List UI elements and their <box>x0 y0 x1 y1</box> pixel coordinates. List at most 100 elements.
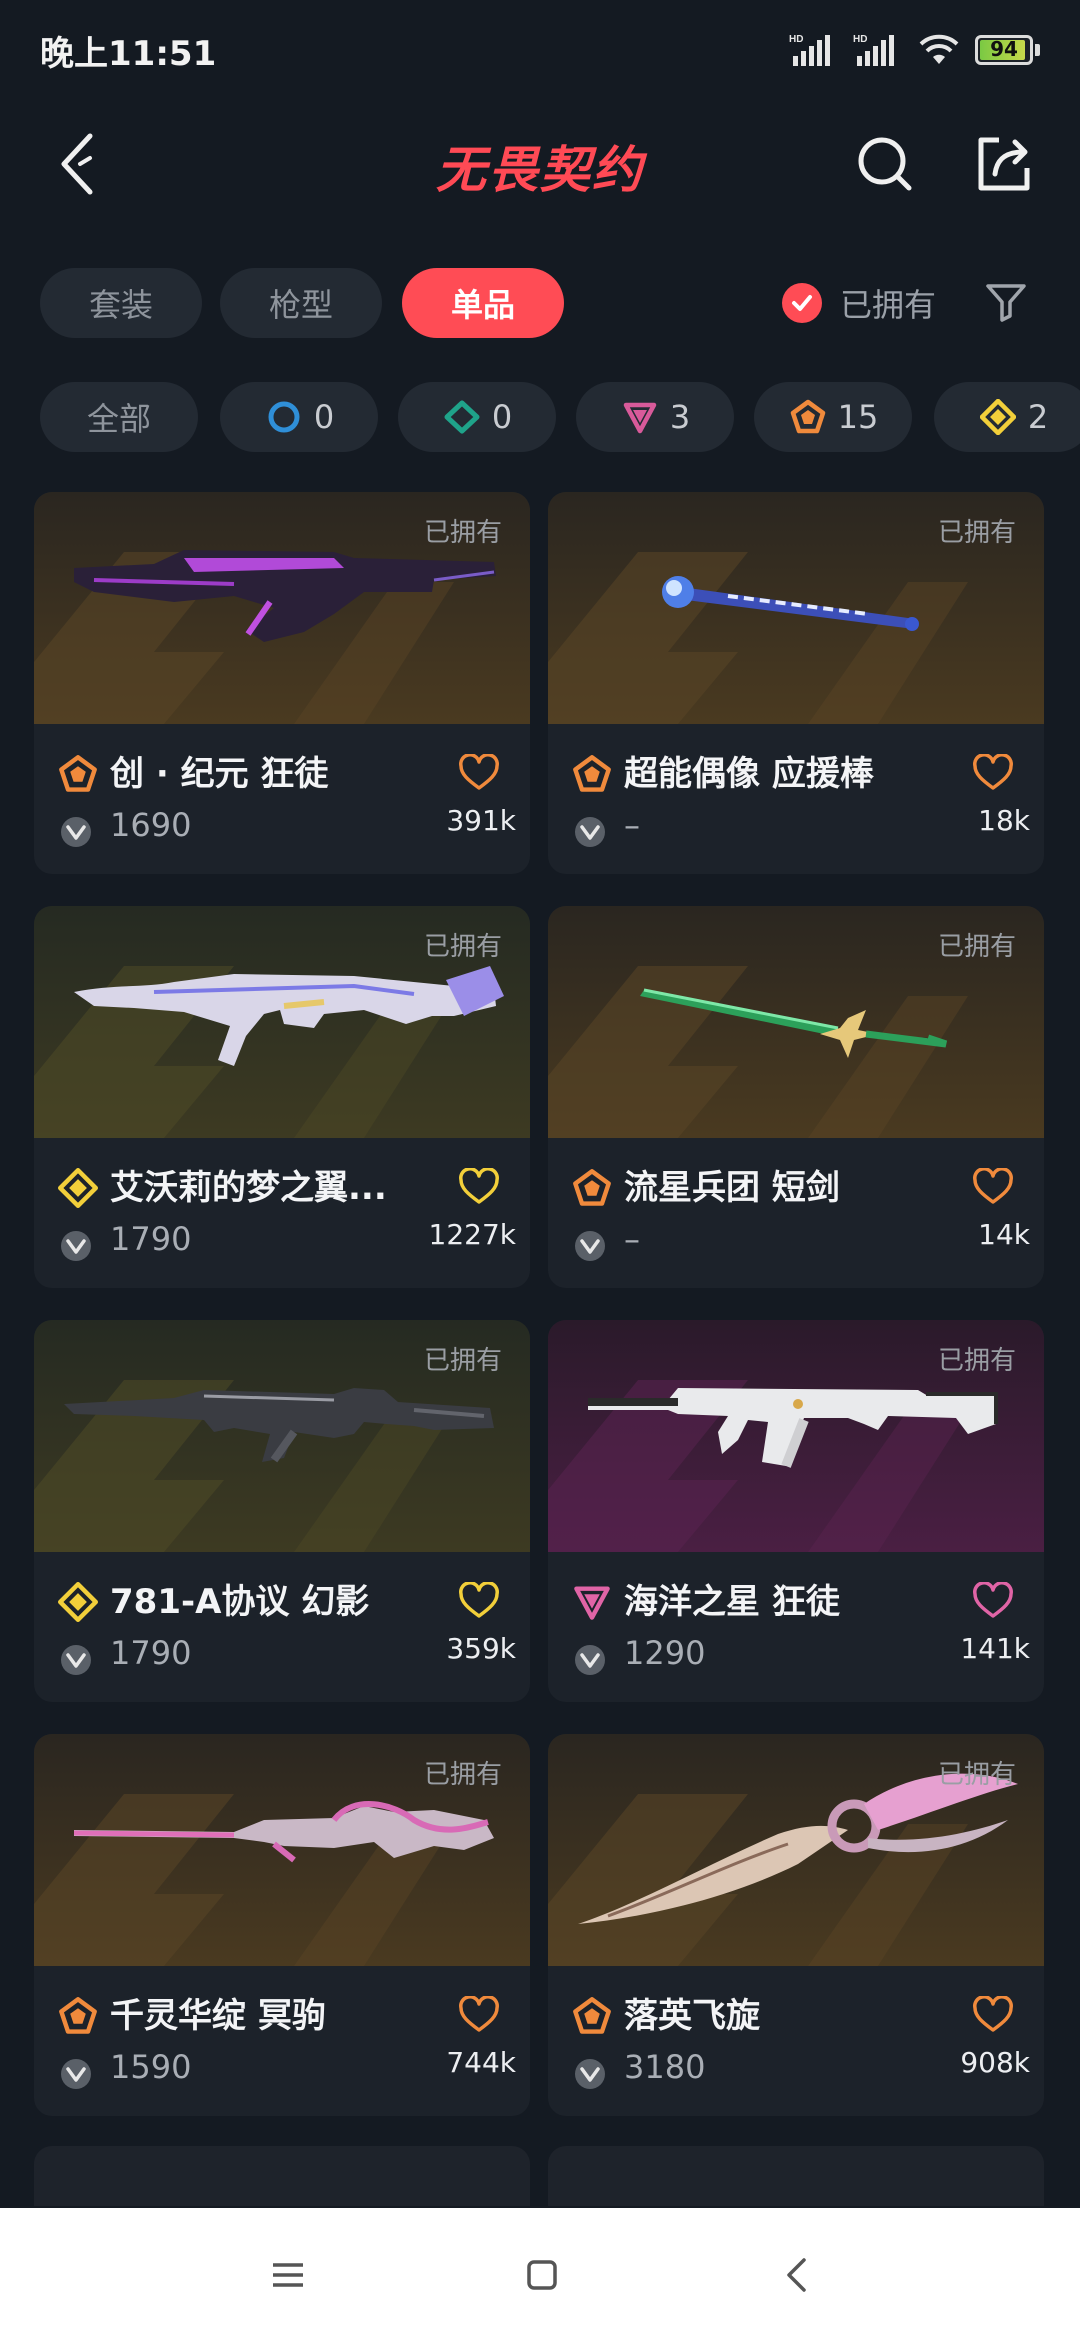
item-image: 已拥有 <box>548 906 1044 1138</box>
ultra-tier-icon <box>978 397 1018 437</box>
item-card-partial[interactable] <box>548 2146 1044 2206</box>
item-likes: 1227k <box>428 1218 516 1251</box>
item-card[interactable]: 已拥有 落英飞旋 3180 908k <box>548 1734 1044 2116</box>
favorite-heart-icon[interactable] <box>972 1167 1014 1208</box>
rarity-chip-select[interactable]: 0 <box>220 382 378 452</box>
item-name: 创 · 纪元 狂徒 <box>110 754 329 794</box>
item-likes: 391k <box>446 804 516 837</box>
exclusive-tier-icon <box>58 1996 98 2036</box>
owned-tag: 已拥有 <box>423 1346 502 1376</box>
vp-currency-icon <box>58 1642 94 1678</box>
rarity-chip-count: 0 <box>313 398 335 436</box>
rarity-chip-exclusive[interactable]: 15 <box>754 382 912 452</box>
item-price: 1790 <box>110 1634 192 1672</box>
home-button[interactable] <box>512 2248 572 2302</box>
item-likes: 14k <box>978 1218 1030 1251</box>
tab-weapon-type[interactable]: 枪型 <box>220 268 382 338</box>
share-icon <box>978 137 1030 191</box>
item-card-partial[interactable] <box>34 2146 530 2206</box>
owned-tag: 已拥有 <box>937 1760 1016 1790</box>
item-likes: 141k <box>960 1632 1030 1665</box>
item-price: 1290 <box>624 1634 706 1672</box>
item-likes: 359k <box>446 1632 516 1665</box>
deluxe-tier-icon <box>442 397 482 437</box>
status-icons: HD HD 94 <box>789 30 1040 70</box>
menu-button[interactable] <box>258 2248 318 2302</box>
item-name: 落英飞旋 <box>624 1996 760 2036</box>
owned-tag: 已拥有 <box>423 1760 502 1790</box>
item-likes: 744k <box>446 2046 516 2079</box>
owned-filter-toggle[interactable]: 已拥有 <box>782 278 936 328</box>
exclusive-tier-icon <box>572 754 612 794</box>
item-image: 已拥有 <box>34 906 530 1138</box>
favorite-heart-icon[interactable] <box>972 1581 1014 1622</box>
favorite-heart-icon[interactable] <box>458 1581 500 1622</box>
item-price: – <box>624 1220 640 1258</box>
item-price: 3180 <box>624 2048 706 2086</box>
rarity-chip-all[interactable]: 全部 <box>40 382 198 452</box>
item-price: 1690 <box>110 806 192 844</box>
exclusive-tier-icon <box>58 754 98 794</box>
menu-icon <box>273 2263 303 2287</box>
battery-level: 94 <box>990 37 1018 61</box>
vp-currency-icon <box>572 1228 608 1264</box>
owned-tag: 已拥有 <box>937 932 1016 962</box>
item-price: 1790 <box>110 1220 192 1258</box>
status-bar: 晚上11:51 HD HD 94 <box>0 0 1080 96</box>
vp-currency-icon <box>58 814 94 850</box>
owned-tag: 已拥有 <box>937 518 1016 548</box>
item-likes: 18k <box>978 804 1030 837</box>
tab-single-item[interactable]: 单品 <box>402 268 564 338</box>
item-card[interactable]: 已拥有 781-A协议 幻影 1790 359k <box>34 1320 530 1702</box>
item-card[interactable]: 已拥有千灵华绽 冥驹 1590 744k <box>34 1734 530 2116</box>
favorite-heart-icon[interactable] <box>458 1167 500 1208</box>
system-navigation-bar <box>0 2208 1080 2340</box>
select-tier-icon <box>264 397 304 437</box>
item-price: – <box>624 806 640 844</box>
svg-text:HD: HD <box>789 34 803 45</box>
premium-tier-icon <box>620 397 660 437</box>
vp-currency-icon <box>572 2056 608 2092</box>
owned-filter-label: 已拥有 <box>840 286 937 324</box>
favorite-heart-icon[interactable] <box>972 753 1014 794</box>
item-name: 781-A协议 幻影 <box>110 1582 370 1622</box>
rarity-chip-label: 全部 <box>86 400 151 438</box>
favorite-heart-icon[interactable] <box>458 1995 500 2036</box>
item-name: 超能偶像 应援棒 <box>624 754 874 794</box>
rarity-chip-count: 2 <box>1027 398 1049 436</box>
rarity-chip-ultra[interactable]: 2 <box>934 382 1080 452</box>
item-card[interactable]: 已拥有艾沃莉的梦之翼... 1790 1227k <box>34 906 530 1288</box>
favorite-heart-icon[interactable] <box>972 1995 1014 2036</box>
svg-text:HD: HD <box>853 34 867 45</box>
item-card[interactable]: 已拥有创 · 纪元 狂徒 1690 391k <box>34 492 530 874</box>
item-image: 已拥有 <box>34 1320 530 1552</box>
vp-currency-icon <box>58 2056 94 2092</box>
item-name: 千灵华绽 冥驹 <box>110 1996 326 2036</box>
vp-currency-icon <box>58 1228 94 1264</box>
system-back-button[interactable] <box>766 2248 826 2302</box>
item-card[interactable]: 已拥有超能偶像 应援棒 – 18k <box>548 492 1044 874</box>
tab-set[interactable]: 套装 <box>40 268 202 338</box>
ultra-tier-icon <box>58 1168 98 1208</box>
ultra-tier-icon <box>58 1582 98 1622</box>
item-card[interactable]: 已拥有 海洋之星 狂徒 1290 141k <box>548 1320 1044 1702</box>
item-image: 已拥有 <box>548 492 1044 724</box>
item-price: 1590 <box>110 2048 192 2086</box>
signal-hd-icon-2: HD <box>853 34 894 66</box>
search-icon <box>858 137 912 191</box>
rarity-chip-premium[interactable]: 3 <box>576 382 734 452</box>
battery-icon: 94 <box>975 35 1040 65</box>
item-name: 艾沃莉的梦之翼... <box>110 1168 387 1208</box>
item-card[interactable]: 已拥有 流星兵团 短剑 – 14k <box>548 906 1044 1288</box>
premium-tier-icon <box>572 1582 612 1622</box>
owned-tag: 已拥有 <box>937 1346 1016 1376</box>
filter-button[interactable] <box>978 274 1034 330</box>
signal-hd-icon: HD <box>789 34 830 66</box>
rarity-filter-row: 全部 0 0 3 15 2 <box>0 382 1080 454</box>
rarity-chip-count: 0 <box>491 398 513 436</box>
search-button[interactable] <box>845 124 925 204</box>
share-button[interactable] <box>963 124 1043 204</box>
rarity-chip-deluxe[interactable]: 0 <box>398 382 556 452</box>
exclusive-tier-icon <box>572 1168 612 1208</box>
favorite-heart-icon[interactable] <box>458 753 500 794</box>
